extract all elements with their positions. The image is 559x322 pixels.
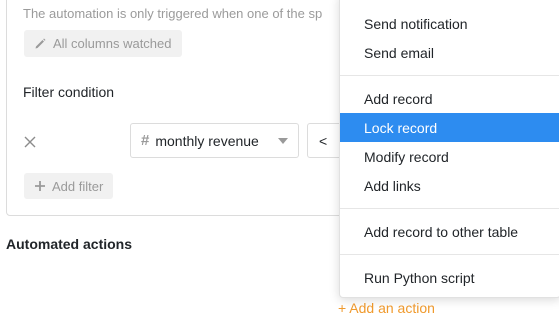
add-action-link[interactable]: + Add an action xyxy=(338,300,435,316)
menu-item-add-links[interactable]: Add links xyxy=(340,171,559,200)
action-type-menu: Send notification Send email Add record … xyxy=(339,0,559,298)
filter-column-label: monthly revenue xyxy=(155,132,259,149)
menu-item-run-python-script[interactable]: Run Python script xyxy=(340,263,559,292)
menu-item-add-record-to-other-table[interactable]: Add record to other table xyxy=(340,217,559,246)
menu-divider xyxy=(340,208,559,209)
all-columns-watched-button[interactable]: All columns watched xyxy=(24,30,182,57)
menu-divider xyxy=(340,75,559,76)
menu-item-send-notification[interactable]: Send notification xyxy=(340,9,559,38)
all-columns-watched-label: All columns watched xyxy=(53,36,172,51)
menu-item-modify-record[interactable]: Modify record xyxy=(340,142,559,171)
trigger-hint-text: The automation is only triggered when on… xyxy=(23,6,323,21)
menu-item-lock-record[interactable]: Lock record xyxy=(340,113,559,142)
menu-divider xyxy=(340,254,559,255)
menu-item-add-record[interactable]: Add record xyxy=(340,84,559,113)
chevron-down-icon xyxy=(278,138,288,144)
automated-actions-title: Automated actions xyxy=(6,236,133,252)
filter-operator-label: < xyxy=(319,132,328,149)
pencil-icon xyxy=(34,37,47,50)
filter-condition-title: Filter condition xyxy=(23,84,115,100)
plus-icon xyxy=(34,180,46,192)
filter-column-select[interactable]: # monthly revenue xyxy=(130,123,299,158)
menu-item-send-email[interactable]: Send email xyxy=(340,38,559,67)
hash-icon: # xyxy=(141,132,150,149)
add-filter-button[interactable]: Add filter xyxy=(24,173,114,199)
add-filter-label: Add filter xyxy=(52,178,104,194)
remove-filter-icon[interactable] xyxy=(23,135,37,149)
